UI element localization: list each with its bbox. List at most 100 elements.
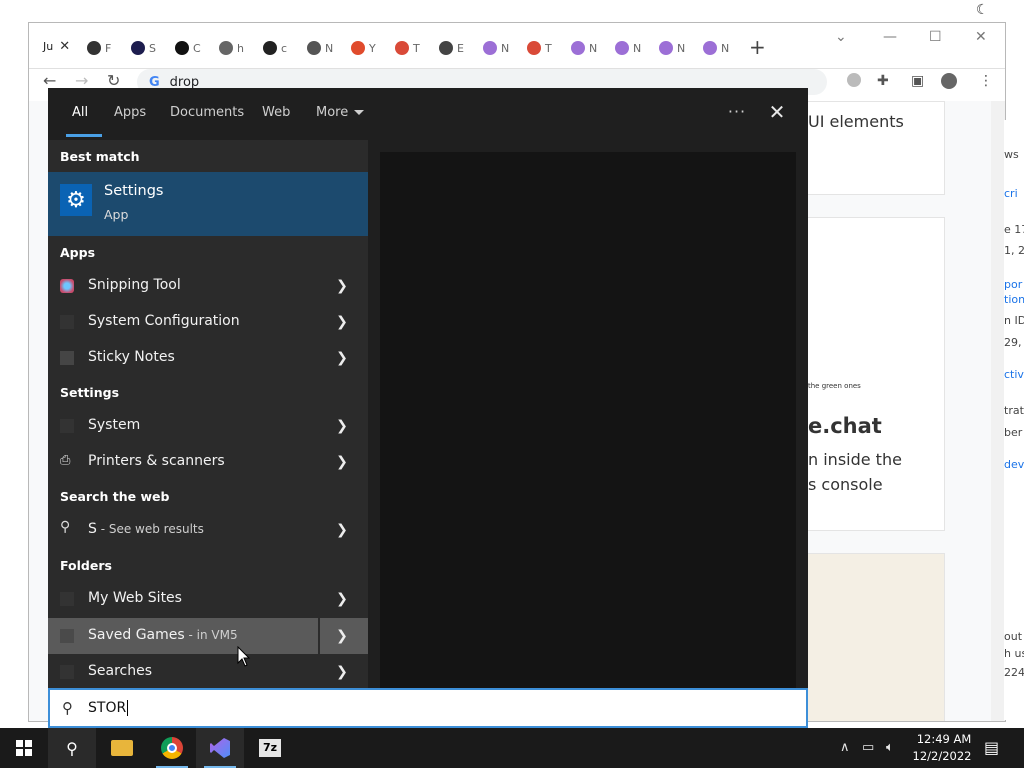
tab-active[interactable]: Ju ✕ (39, 31, 79, 61)
result-saved-games[interactable]: Saved Games - in VM5 ❯ (48, 618, 368, 654)
chevron-right-icon[interactable]: ❯ (334, 276, 350, 296)
file-explorer-button[interactable] (98, 728, 146, 768)
result-label: System Configuration (88, 313, 240, 329)
volume-icon[interactable]: 🔈︎ (886, 740, 894, 755)
tab-title: S (149, 41, 156, 55)
browser-tab[interactable]: h (219, 37, 244, 59)
browser-tab[interactable]: N (703, 37, 729, 59)
results-list: Best match ⚙ Settings App Apps Snipping … (48, 140, 368, 688)
tab-apps[interactable]: Apps (114, 105, 146, 120)
more-options-button[interactable]: ··· (724, 98, 750, 126)
sidepanel-icon[interactable]: ▣ (911, 73, 924, 89)
7zip-button[interactable]: 7z (246, 728, 294, 768)
search-input[interactable]: ⚲ STOR (48, 688, 808, 728)
result-sticky-notes[interactable]: Sticky Notes ❯ (48, 340, 368, 376)
background-text-fragment: ws (1004, 148, 1019, 161)
result-system[interactable]: System ❯ (48, 408, 368, 444)
browser-tab[interactable]: F (87, 37, 111, 59)
browser-tab[interactable]: N (307, 37, 333, 59)
favicon-icon (571, 41, 585, 55)
minimize-button[interactable]: — (883, 29, 897, 45)
search-filter-tabs: All Apps Documents Web More ··· ✕ (48, 88, 808, 140)
text-caret (127, 700, 129, 716)
favicon-icon (615, 41, 629, 55)
chevron-up-icon[interactable]: ∧ (840, 740, 850, 755)
web-sub: - See web results (96, 522, 204, 536)
search-icon: ⚲ (66, 738, 78, 758)
printer-icon: ⎙ (60, 453, 71, 468)
result-web-search[interactable]: ⚲ S - See web results ❯ (48, 512, 368, 548)
tab-all[interactable]: All (72, 105, 88, 120)
result-snipping-tool[interactable]: Snipping Tool ❯ (48, 268, 368, 304)
chevron-right-icon[interactable]: ❯ (334, 520, 350, 540)
section-search-web: Search the web (60, 489, 170, 504)
browser-tab[interactable]: T (527, 37, 552, 59)
browser-tab[interactable]: T (395, 37, 420, 59)
window-close-button[interactable]: ✕ (975, 29, 987, 45)
result-system-configuration[interactable]: System Configuration ❯ (48, 304, 368, 340)
browser-tab[interactable]: N (659, 37, 685, 59)
result-my-web-sites[interactable]: My Web Sites ❯ (48, 581, 368, 617)
background-text-fragment: cri (1004, 187, 1018, 200)
browser-tab[interactable]: C (175, 37, 201, 59)
caption-text: the green ones (808, 382, 861, 390)
background-text-fragment: 224 (1004, 666, 1024, 679)
chevron-right-icon[interactable]: ❯ (334, 626, 350, 646)
favicon-icon (527, 41, 541, 55)
result-searches[interactable]: Searches ❯ (48, 654, 368, 688)
profile-avatar[interactable] (941, 73, 957, 89)
background-text-fragment: trat (1004, 404, 1024, 417)
new-tab-button[interactable]: + (749, 35, 766, 59)
browser-tab[interactable]: S (131, 37, 156, 59)
browser-tab[interactable]: N (615, 37, 641, 59)
tab-close-icon[interactable]: ✕ (59, 39, 70, 54)
chevron-right-icon[interactable]: ❯ (334, 312, 350, 332)
start-button[interactable] (0, 728, 48, 768)
puzzle-icon[interactable]: ✚ (877, 73, 889, 89)
browser-tab[interactable]: N (483, 37, 509, 59)
best-match-settings[interactable]: ⚙ Settings App (48, 172, 368, 236)
menu-kebab-icon[interactable]: ⋮ (979, 73, 993, 89)
chat-heading: e.chat (808, 414, 882, 438)
chevron-right-icon[interactable]: ❯ (334, 452, 350, 472)
maximize-button[interactable]: ☐ (929, 29, 942, 45)
tab-title: N (633, 41, 642, 55)
chevron-right-icon[interactable]: ❯ (334, 662, 350, 682)
tab-more[interactable]: More (316, 105, 365, 120)
chevron-right-icon[interactable]: ❯ (334, 416, 350, 436)
tab-title: Y (369, 41, 376, 55)
result-label: S - See web results (88, 521, 204, 537)
close-button[interactable]: ✕ (764, 98, 790, 126)
tab-title: N (677, 41, 686, 55)
clock-time[interactable]: 12:49 AM (914, 732, 974, 746)
tab-web[interactable]: Web (262, 105, 290, 120)
notification-icon[interactable]: ▤ (984, 738, 999, 757)
ui-elements-text: UI elements (808, 112, 904, 131)
background-text-fragment: e 17 (1004, 223, 1024, 236)
clock-date[interactable]: 12/2/2022 (912, 749, 972, 763)
browser-tab[interactable]: E (439, 37, 464, 59)
result-label: Sticky Notes (88, 349, 175, 365)
chevron-right-icon[interactable]: ❯ (334, 348, 350, 368)
tab-documents[interactable]: Documents (170, 105, 244, 120)
browser-tab[interactable]: Y (351, 37, 376, 59)
snipping-tool-icon (60, 279, 74, 293)
result-label: My Web Sites (88, 590, 182, 606)
favicon-icon (439, 41, 453, 55)
network-icon[interactable]: ▭ (862, 740, 874, 755)
favicon-icon (263, 41, 277, 55)
taskbar: ⚲ 7z ∧ ▭ 🔈︎ 12:49 AM 12/2/2022 ▤ (0, 728, 1024, 768)
extension-icon[interactable] (847, 73, 861, 87)
browser-tab[interactable]: c (263, 37, 287, 59)
result-label: Saved Games - in VM5 (88, 627, 238, 643)
chrome-button[interactable] (148, 728, 196, 768)
vscode-button[interactable] (196, 728, 244, 768)
section-apps: Apps (60, 245, 96, 260)
chevron-right-icon[interactable]: ❯ (334, 589, 350, 609)
page-scrollbar[interactable] (991, 101, 1005, 721)
taskbar-search-button[interactable]: ⚲ (48, 728, 96, 768)
section-folders: Folders (60, 558, 112, 573)
browser-tab[interactable]: N (571, 37, 597, 59)
result-printers-scanners[interactable]: ⎙ Printers & scanners ❯ (48, 444, 368, 480)
tab-search-icon[interactable]: ⌄ (835, 29, 847, 45)
